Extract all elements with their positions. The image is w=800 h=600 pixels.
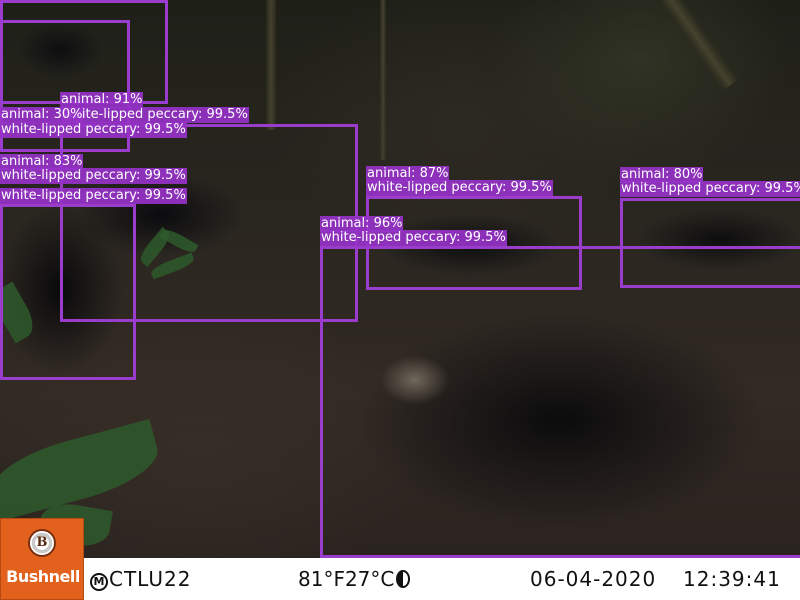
m-circle-icon: M (90, 573, 108, 591)
detection-label: white-lipped peccary: 99.5% (0, 188, 187, 204)
bushnell-logo: Bushnell (0, 518, 84, 600)
detection-label: white-lipped peccary: 99.5% (0, 168, 187, 184)
moon-phase-icon (396, 570, 411, 588)
date: 06-04-2020 (530, 567, 657, 591)
camera-id: M CTLU22 (90, 566, 191, 592)
detection-label: white-lipped peccary: 99.5% (620, 181, 800, 197)
camera-info-bar: Bushnell MCTLU22 81°F27°C 06-04-2020 12:… (0, 518, 800, 600)
detection-box (0, 204, 136, 380)
camera-trap-frame: animal: 91% white-lipped peccary: 99.5% … (0, 0, 800, 600)
detection-label: white-lipped peccary: 99.5% (366, 180, 553, 196)
temperature: 81°F27°C (298, 566, 411, 592)
detection-label: animal: 30% (0, 107, 84, 123)
tree-trunk (380, 0, 386, 160)
tree-trunk (266, 0, 276, 130)
detection-label: white-lipped peccary: 99.5% (320, 230, 507, 246)
detection-label: white-lipped peccary: 99.5% (0, 122, 187, 138)
tree-trunk (660, 0, 738, 91)
camera-id-text: CTLU22 (109, 567, 192, 591)
bushnell-emblem-icon (28, 529, 56, 557)
brand-name: Bushnell (6, 567, 80, 586)
detection-box (320, 246, 800, 558)
detection-label: animal: 91% (60, 92, 144, 108)
detection-label: white-lipped peccary: 99.5% (62, 107, 249, 123)
time: 12:39:41 (683, 567, 781, 591)
temperature-text: 81°F27°C (298, 567, 395, 591)
